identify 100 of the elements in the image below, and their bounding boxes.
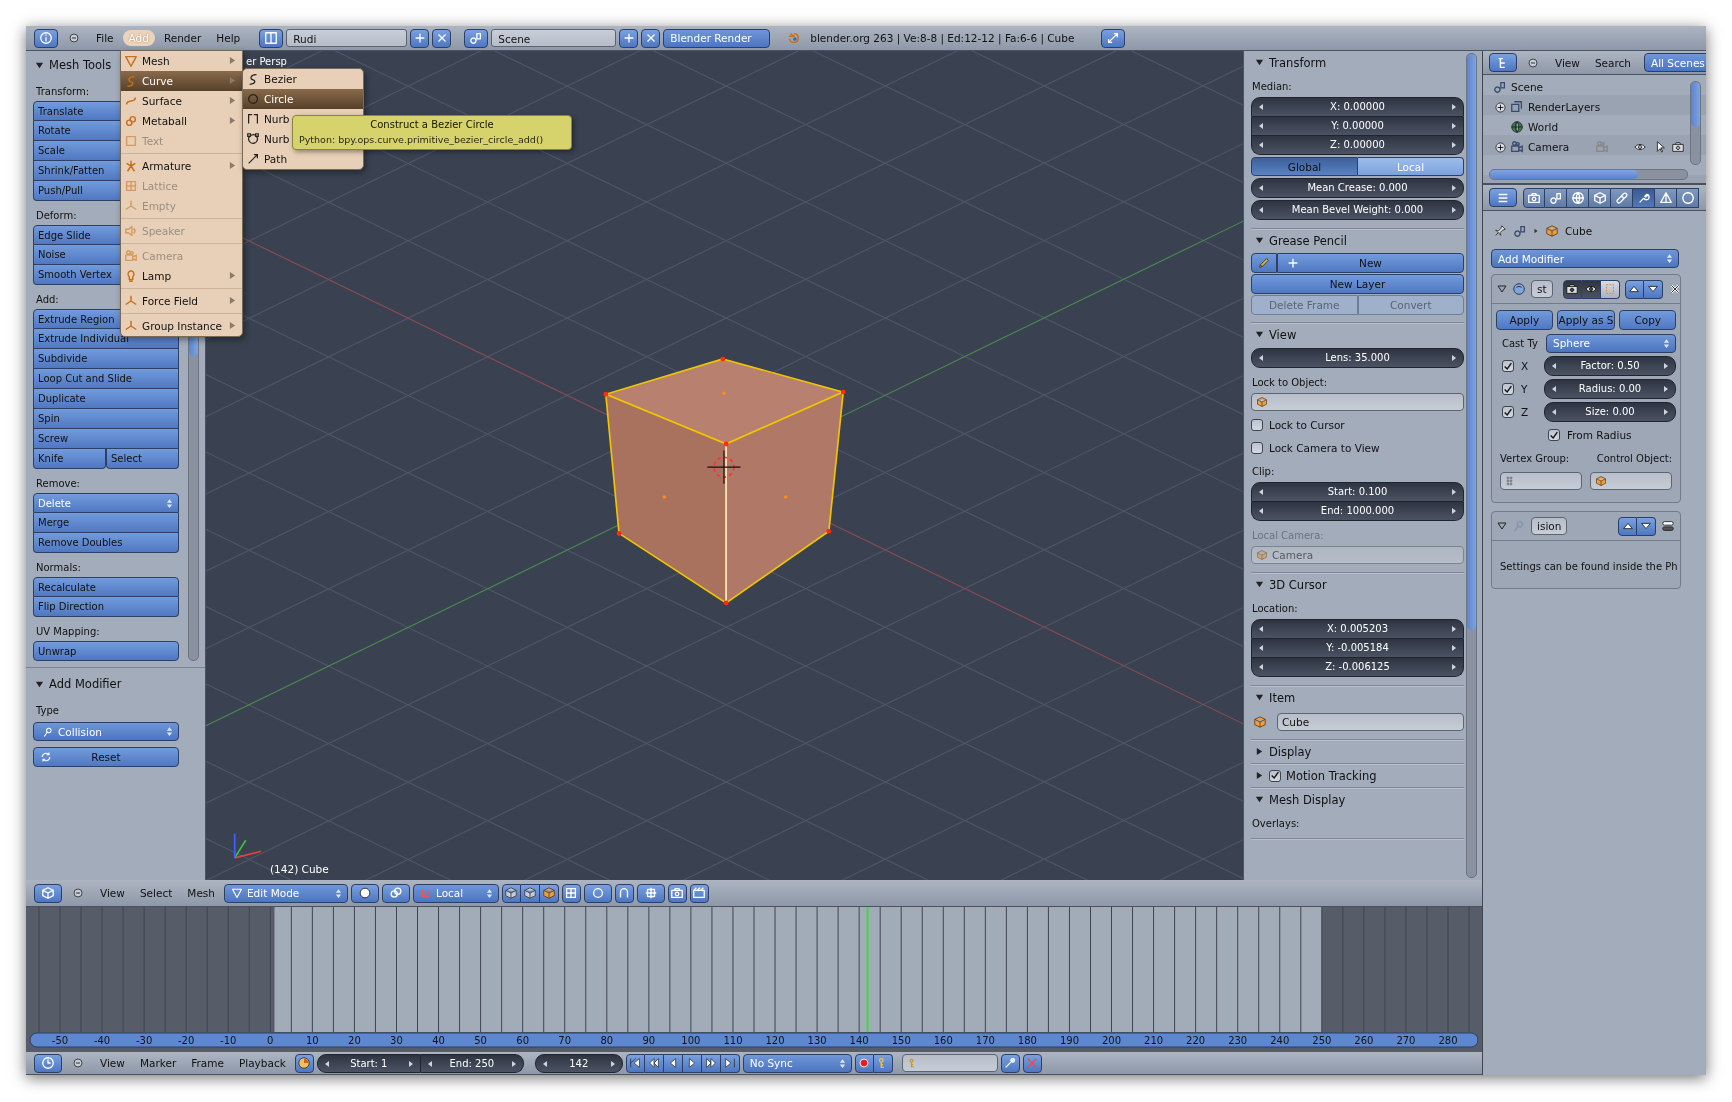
menu-item[interactable]: View [94, 1055, 131, 1071]
menu-item[interactable]: Select [133, 885, 179, 901]
delete-keyframe-button[interactable] [1022, 1053, 1042, 1073]
tool-button[interactable]: Select [106, 449, 179, 469]
snap-element-button[interactable] [637, 883, 665, 903]
menu-item[interactable]: Search [1588, 54, 1637, 71]
menu-item[interactable]: Curve [121, 71, 242, 91]
menu-item[interactable]: View [94, 885, 131, 901]
playback-button[interactable] [663, 1053, 683, 1073]
scene-tab[interactable] [1545, 187, 1567, 208]
tree-item[interactable]: Camera [1528, 141, 1570, 153]
playback-button[interactable] [720, 1053, 740, 1073]
menu-item[interactable]: Force Field [121, 291, 242, 311]
type-dropdown[interactable]: Collision [33, 722, 179, 741]
render-button[interactable] [668, 883, 687, 903]
number-field[interactable]: Z: 0.00000 [1251, 136, 1464, 155]
screen-layout-field[interactable]: Rudi [286, 29, 408, 47]
collapse-icon[interactable] [73, 888, 83, 898]
menu-item[interactable]: File [90, 30, 120, 46]
vertex-group-field[interactable] [1500, 472, 1582, 490]
expand-arrow-icon[interactable] [1497, 284, 1507, 294]
move-down-button[interactable] [1637, 516, 1656, 536]
menu-item[interactable]: View [1549, 54, 1586, 71]
occlude-button[interactable] [562, 883, 581, 903]
menu-item[interactable]: Help [210, 30, 247, 46]
add-button[interactable] [410, 28, 430, 48]
menu-item[interactable]: Frame [185, 1055, 230, 1071]
checkbox[interactable] [1502, 383, 1514, 395]
tool-button[interactable]: Merge [33, 513, 179, 533]
snap-button[interactable] [615, 883, 634, 903]
number-field[interactable]: Radius: 0.00 [1544, 379, 1676, 399]
tree-item[interactable]: World [1528, 121, 1559, 133]
face-select-button[interactable] [540, 883, 559, 903]
proportional-button[interactable] [584, 883, 612, 903]
current-frame-field[interactable]: 142 [534, 1053, 623, 1073]
expand-arrow-icon[interactable] [1255, 771, 1264, 780]
pin-icon[interactable] [1493, 224, 1507, 238]
modifier-name-field[interactable]: st [1531, 280, 1553, 298]
number-field[interactable]: Z: -0.006125 [1251, 658, 1464, 677]
move-up-button[interactable] [1624, 279, 1644, 299]
checkbox[interactable] [1269, 769, 1281, 782]
camera-icon[interactable] [1671, 140, 1685, 154]
menu-item[interactable]: Group Instance [121, 316, 242, 336]
tool-button[interactable]: Screw [33, 429, 179, 449]
menu-item[interactable]: Marker [133, 1055, 183, 1071]
move-up-button[interactable] [1618, 516, 1637, 536]
checkbox[interactable] [1502, 406, 1514, 418]
number-field[interactable]: Lens: 35.000 [1251, 348, 1464, 368]
cast-type-dropdown[interactable]: Sphere [1546, 333, 1676, 353]
modifier-button[interactable]: Apply as S [1556, 310, 1616, 330]
checkbox[interactable] [1251, 418, 1263, 431]
render-tab[interactable] [1523, 187, 1545, 208]
expand-icon[interactable] [1495, 101, 1506, 113]
number-field[interactable]: X: 0.00000 [1251, 97, 1464, 117]
tool-button[interactable]: Subdivide [33, 349, 179, 369]
playback-button[interactable] [701, 1053, 721, 1073]
checkbox[interactable] [1502, 360, 1514, 372]
scene-field[interactable]: Scene [491, 29, 617, 47]
expand-arrow-icon[interactable] [35, 679, 44, 689]
tool-button[interactable]: Flip Direction [33, 597, 179, 617]
checkbox[interactable] [1251, 441, 1263, 454]
add-modifier-dropdown[interactable]: Add Modifier [1491, 249, 1679, 268]
edge-select-button[interactable] [521, 883, 540, 903]
editor-type-button[interactable] [34, 883, 62, 903]
sync-dropdown[interactable]: No Sync [742, 1053, 852, 1073]
expand-arrow-icon[interactable] [1255, 580, 1264, 589]
tool-button[interactable]: Unwrap [33, 641, 179, 661]
expand-arrow-icon[interactable] [1255, 236, 1264, 245]
vertex-select-button[interactable] [502, 883, 521, 903]
number-field[interactable]: X: 0.005203 [1251, 619, 1464, 639]
data-tab[interactable] [1655, 187, 1677, 208]
screen-layout-button[interactable] [259, 28, 284, 48]
number-field[interactable]: End: 250 [420, 1053, 524, 1073]
reset-button[interactable]: Reset [33, 747, 179, 767]
render-engine-dropdown[interactable]: Blender Render [663, 28, 771, 48]
editor-type-button[interactable] [1489, 188, 1517, 207]
editor-type-button[interactable] [1489, 53, 1517, 72]
tool-button[interactable]: Duplicate [33, 389, 179, 409]
menu-item[interactable]: Bezier [243, 69, 363, 89]
tool-button[interactable]: Recalculate [33, 577, 179, 597]
pencil-button[interactable] [1251, 253, 1277, 273]
animation-button[interactable] [690, 883, 709, 903]
number-field[interactable]: Mean Bevel Weight: 0.000 [1251, 200, 1464, 220]
world-tab[interactable] [1567, 187, 1589, 208]
playback-button[interactable] [644, 1053, 664, 1073]
playback-button[interactable] [682, 1053, 702, 1073]
object-field[interactable] [1251, 393, 1464, 411]
tool-button[interactable]: Loop Cut and Slide [33, 369, 179, 389]
modifiers-tab[interactable] [1633, 187, 1655, 208]
material-tab[interactable] [1677, 187, 1699, 208]
menu-item[interactable]: Playback [232, 1055, 292, 1071]
render-toggle[interactable] [1562, 279, 1582, 299]
expand-arrow-icon[interactable] [1255, 693, 1264, 702]
playback-button[interactable] [625, 1053, 645, 1073]
tool-dropdown[interactable]: Delete [33, 493, 179, 513]
expand-arrow-icon[interactable] [1255, 330, 1264, 339]
collapse-icon[interactable] [73, 1058, 83, 1068]
collapse-icon[interactable] [1528, 57, 1538, 68]
modifier-button[interactable]: Apply [1496, 310, 1553, 330]
keyframe-button[interactable] [873, 1053, 893, 1073]
